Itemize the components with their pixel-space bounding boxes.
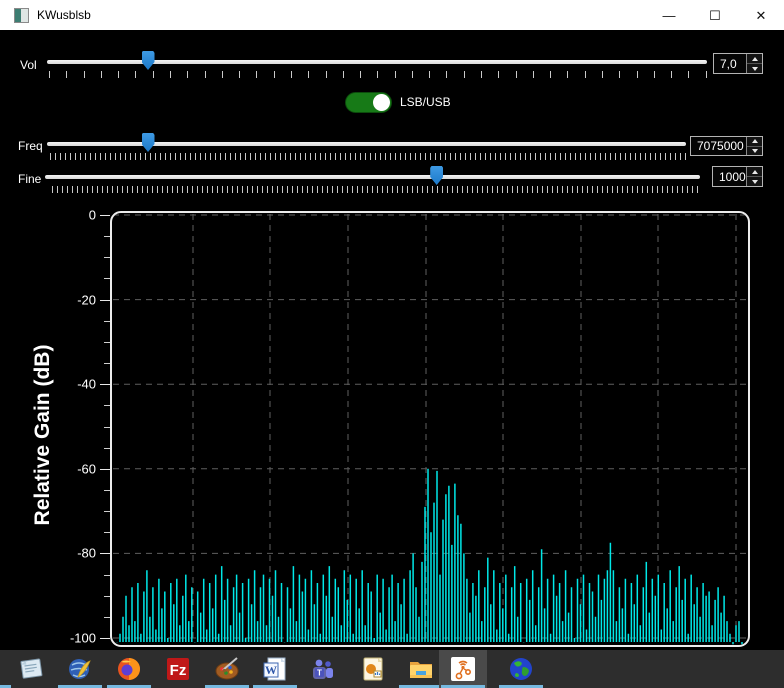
svg-text:T: T bbox=[317, 669, 322, 678]
vol-label: Vol bbox=[20, 58, 37, 72]
minimize-icon: — bbox=[663, 9, 676, 22]
window-title: KWusblsb bbox=[37, 8, 91, 22]
taskbar-item-firefox[interactable] bbox=[105, 650, 153, 688]
freq-label: Freq bbox=[18, 139, 43, 153]
y-tick-label: -40 bbox=[36, 377, 96, 392]
up-arrow-icon bbox=[752, 57, 758, 61]
freq-spin-down-button[interactable] bbox=[747, 147, 762, 156]
vol-slider-handle[interactable] bbox=[142, 51, 155, 70]
fine-spin-down-button[interactable] bbox=[747, 177, 762, 186]
lsb-usb-toggle[interactable] bbox=[345, 92, 392, 113]
app-window-icon bbox=[14, 8, 29, 23]
app-window: KWusblsb — ☐ ✕ Vol 7,0 LSB/USB Freq 7075… bbox=[0, 0, 784, 688]
freq-slider-handle[interactable] bbox=[142, 133, 155, 152]
spectrum-plot bbox=[110, 211, 750, 647]
freq-spin-up-button[interactable] bbox=[747, 137, 762, 147]
svg-text:Fz: Fz bbox=[170, 662, 187, 679]
globe-feather-browser-icon bbox=[66, 655, 94, 683]
vol-spinbox[interactable]: 7,0 bbox=[713, 53, 763, 74]
y-tick-label: -60 bbox=[36, 461, 96, 476]
fine-slider-ticks bbox=[52, 186, 700, 193]
vol-spin-down-button[interactable] bbox=[747, 64, 762, 73]
y-tick-major bbox=[100, 300, 110, 301]
taskbar-item-impress[interactable] bbox=[349, 650, 397, 688]
svg-text:W: W bbox=[265, 663, 277, 677]
close-button[interactable]: ✕ bbox=[738, 0, 784, 30]
y-tick-major bbox=[100, 638, 110, 639]
fine-label: Fine bbox=[18, 172, 41, 186]
spectrum-trace bbox=[112, 213, 748, 645]
taskbar-item-browser[interactable] bbox=[56, 650, 104, 688]
vol-slider-ticks bbox=[49, 71, 707, 78]
freq-value[interactable]: 7075000 bbox=[691, 137, 746, 155]
teams-icon: T bbox=[309, 655, 337, 683]
toggle-knob bbox=[373, 94, 390, 111]
word-icon: W bbox=[261, 655, 289, 683]
earth-globe-icon bbox=[507, 655, 535, 683]
down-arrow-icon bbox=[752, 67, 758, 71]
up-arrow-icon bbox=[752, 139, 758, 143]
impress-icon bbox=[359, 655, 387, 683]
maximize-icon: ☐ bbox=[709, 9, 721, 22]
close-icon: ✕ bbox=[756, 9, 767, 22]
down-arrow-icon bbox=[752, 180, 758, 184]
y-tick-label: -100 bbox=[36, 631, 96, 646]
y-tick-major bbox=[100, 553, 110, 554]
taskbar-item-word[interactable]: W bbox=[251, 650, 299, 688]
fine-value[interactable]: 1000 bbox=[713, 167, 746, 186]
y-axis: 0 -20 -40 -60 -80 -100 bbox=[0, 211, 110, 647]
y-tick-label: -80 bbox=[36, 546, 96, 561]
y-tick-label: 0 bbox=[36, 208, 96, 223]
y-tick-major bbox=[100, 384, 110, 385]
taskbar-item-paint[interactable] bbox=[203, 650, 251, 688]
notepad-icon bbox=[18, 655, 46, 683]
fine-spinbox[interactable]: 1000 bbox=[712, 166, 763, 187]
filezilla-icon: Fz bbox=[164, 655, 192, 683]
fine-slider-track[interactable] bbox=[45, 175, 700, 179]
taskbar-item-filezilla[interactable]: Fz bbox=[154, 650, 202, 688]
taskbar-item-file-explorer[interactable] bbox=[397, 650, 445, 688]
freq-spinbox[interactable]: 7075000 bbox=[690, 136, 763, 156]
freq-slider-ticks bbox=[50, 153, 687, 160]
paint-palette-icon bbox=[213, 655, 241, 683]
taskbar-item-internet-globe[interactable] bbox=[497, 650, 545, 688]
vol-value[interactable]: 7,0 bbox=[714, 54, 746, 73]
fine-spin-up-button[interactable] bbox=[747, 167, 762, 177]
title-bar: KWusblsb — ☐ ✕ bbox=[0, 0, 784, 30]
firefox-icon bbox=[115, 655, 143, 683]
down-arrow-icon bbox=[752, 149, 758, 153]
taskbar-item-teams[interactable]: T bbox=[299, 650, 347, 688]
lsb-usb-label: LSB/USB bbox=[400, 95, 451, 109]
file-explorer-icon bbox=[407, 655, 435, 683]
vol-spin-up-button[interactable] bbox=[747, 54, 762, 64]
kwusblsb-app-icon bbox=[449, 655, 477, 683]
taskbar-item-notepad[interactable] bbox=[8, 650, 56, 688]
y-tick-label: -20 bbox=[36, 292, 96, 307]
minimize-button[interactable]: — bbox=[646, 0, 692, 30]
y-tick-major bbox=[100, 469, 110, 470]
fine-slider-handle[interactable] bbox=[430, 166, 443, 185]
taskbar-item-kwusblsb[interactable] bbox=[439, 650, 487, 688]
up-arrow-icon bbox=[752, 170, 758, 174]
maximize-button[interactable]: ☐ bbox=[692, 0, 738, 30]
taskbar: Fz W bbox=[0, 650, 784, 688]
y-tick-major bbox=[100, 215, 110, 216]
